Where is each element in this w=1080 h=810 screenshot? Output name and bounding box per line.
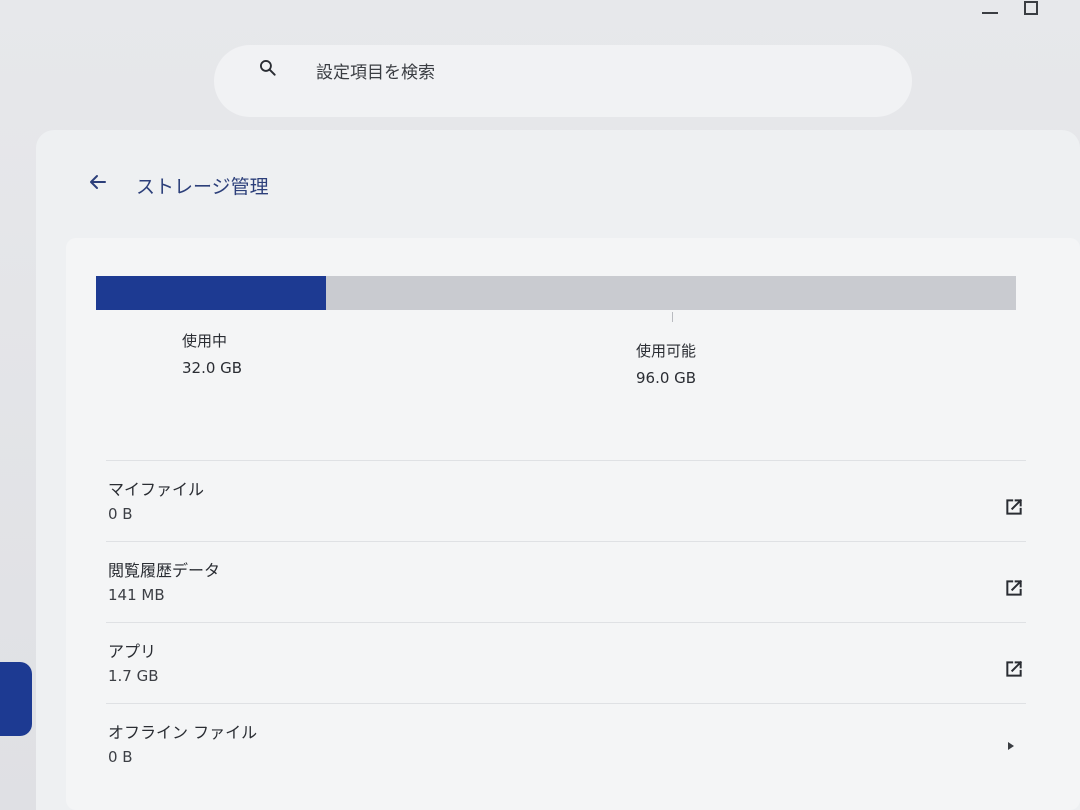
search-bar[interactable]: 設定項目を検索: [214, 45, 912, 117]
external-link-icon[interactable]: [1004, 497, 1024, 517]
list-item-apps[interactable]: アプリ 1.7 GB: [106, 622, 1026, 703]
list-item-browsing-data[interactable]: 閲覧履歴データ 141 MB: [106, 541, 1026, 622]
list-item-title: マイファイル: [108, 480, 205, 499]
back-button[interactable]: [86, 170, 110, 194]
minimize-icon[interactable]: [982, 12, 998, 14]
external-link-icon[interactable]: [1004, 659, 1024, 679]
window-controls: [980, 0, 1080, 24]
list-item-size: 0 B: [108, 748, 133, 766]
storage-used-fill: [96, 276, 326, 310]
storage-card: 使用中 32.0 GB 使用可能 96.0 GB マイファイル 0 B 閲覧履歴…: [66, 238, 1080, 810]
search-icon[interactable]: [258, 58, 278, 78]
maximize-icon[interactable]: [1024, 1, 1038, 15]
list-item-title: オフライン ファイル: [108, 723, 258, 742]
used-value: 32.0 GB: [182, 359, 243, 377]
list-item-size: 141 MB: [108, 586, 165, 604]
external-link-icon[interactable]: [1004, 578, 1024, 598]
list-item-size: 1.7 GB: [108, 667, 159, 685]
search-input[interactable]: 設定項目を検索: [316, 58, 435, 83]
list-item-title: 閲覧履歴データ: [108, 561, 221, 580]
usage-divider: [672, 312, 673, 322]
available-stat: 使用可能 96.0 GB: [636, 338, 696, 392]
list-item-offline-files[interactable]: オフライン ファイル 0 B: [106, 703, 1026, 784]
list-item-title: アプリ: [108, 642, 157, 661]
page-title: ストレージ管理: [136, 176, 269, 198]
available-value: 96.0 GB: [636, 369, 697, 387]
chevron-right-icon[interactable]: [1008, 742, 1014, 750]
list-item-my-files[interactable]: マイファイル 0 B: [106, 460, 1026, 541]
used-label: 使用中: [182, 332, 228, 350]
used-stat: 使用中 32.0 GB: [182, 328, 242, 382]
list-item-size: 0 B: [108, 505, 133, 523]
side-panel-edge: [0, 662, 32, 736]
storage-list: マイファイル 0 B 閲覧履歴データ 141 MB アプリ 1.7 GB オフラ…: [106, 460, 1026, 784]
storage-usage-bar: [96, 276, 1016, 310]
storage-panel: ストレージ管理 使用中 32.0 GB 使用可能 96.0 GB マイファイル …: [36, 130, 1080, 810]
available-label: 使用可能: [636, 342, 697, 360]
